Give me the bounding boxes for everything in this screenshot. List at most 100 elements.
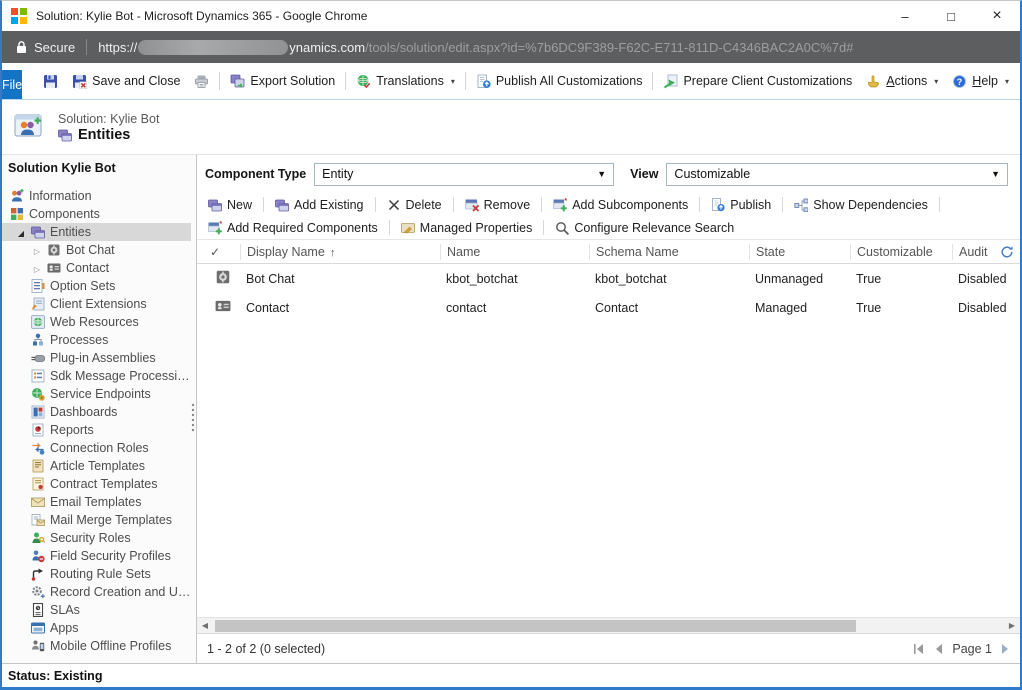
sidebar-item-service-endpoints[interactable]: Service Endpoints xyxy=(2,385,191,403)
new-label: New xyxy=(227,197,253,212)
sidebar-splitter-handle[interactable] xyxy=(191,403,195,433)
sidebar-item-security-roles[interactable]: Security Roles xyxy=(2,529,191,547)
save-and-close-button[interactable]: Save and Close xyxy=(65,68,187,94)
sidebar-item-client-extensions[interactable]: Client Extensions xyxy=(2,295,191,313)
next-page-icon[interactable] xyxy=(1000,643,1010,654)
sidebar-item-label: Mail Merge Templates xyxy=(50,513,173,527)
column-header-name[interactable]: Name xyxy=(440,243,589,260)
first-page-icon[interactable] xyxy=(913,643,926,654)
sidebar-item-email-templates[interactable]: Email Templates xyxy=(2,493,191,511)
sidebar-item-mobile-offline-profiles[interactable]: Mobile Offline Profiles xyxy=(2,637,191,655)
component-type-select[interactable]: Entity ▼ xyxy=(314,162,615,186)
previous-page-icon[interactable] xyxy=(934,643,944,654)
sidebar-item-contact[interactable]: Contact xyxy=(2,259,191,277)
table-row-contact[interactable]: Contact contact Contact Managed True Dis… xyxy=(197,293,1020,322)
prepare-client-customizations-button[interactable]: Prepare Client Customizations xyxy=(656,68,859,94)
table-row-bot-chat[interactable]: Bot Chat kbot_botchat kbot_botchat Unman… xyxy=(197,264,1020,293)
help-label: Help xyxy=(972,74,999,88)
toolbar-separator xyxy=(345,72,347,90)
sidebar-item-information[interactable]: Information xyxy=(2,187,191,205)
new-button[interactable]: New xyxy=(201,198,259,212)
column-header-display-name[interactable]: Display Name xyxy=(240,243,440,260)
maximize-button[interactable]: □ xyxy=(928,1,974,31)
delete-button[interactable]: Delete xyxy=(380,198,449,212)
sidebar-item-apps[interactable]: Apps xyxy=(2,619,191,637)
column-header-audit[interactable]: Audit xyxy=(952,243,1020,260)
bot-chat-entity-icon xyxy=(47,243,61,257)
column-header-customizable[interactable]: Customizable xyxy=(850,243,952,260)
sidebar-item-label: Mobile Offline Profiles xyxy=(50,639,172,653)
sidebar-item-field-security-profiles[interactable]: Field Security Profiles xyxy=(2,547,191,565)
file-tab[interactable]: File xyxy=(2,70,23,99)
expander-closed-icon[interactable] xyxy=(32,261,42,275)
solution-icon xyxy=(14,113,44,141)
horizontal-scrollbar[interactable]: ◀ ▶ xyxy=(197,617,1020,633)
sidebar-item-contract-templates[interactable]: Contract Templates xyxy=(2,475,191,493)
sidebar-item-processes[interactable]: Processes xyxy=(2,331,191,349)
sidebar-item-label: Email Templates xyxy=(50,495,142,509)
site-security-chip[interactable]: Secure xyxy=(16,40,75,55)
add-subcomponents-button[interactable]: * Add Subcomponents xyxy=(546,198,695,212)
sidebar-item-web-resources[interactable]: Web Resources xyxy=(2,313,191,331)
configure-relevance-search-button[interactable]: Configure Relevance Search xyxy=(548,221,741,235)
add-required-components-icon: * xyxy=(208,221,222,235)
expander-closed-icon[interactable] xyxy=(32,243,42,257)
close-button[interactable]: × xyxy=(974,1,1020,31)
sidebar-item-components[interactable]: Components xyxy=(2,205,191,223)
sidebar-item-plugin-assemblies[interactable]: Plug-in Assemblies xyxy=(2,349,191,367)
scrollbar-track[interactable] xyxy=(213,618,1004,634)
export-solution-label: Export Solution xyxy=(250,74,336,88)
column-header-schema-name[interactable]: Schema Name xyxy=(589,243,749,260)
managed-properties-button[interactable]: Managed Properties xyxy=(394,221,540,235)
sidebar-item-reports[interactable]: Reports xyxy=(2,421,191,439)
processes-icon xyxy=(31,333,45,347)
actions-hand-icon xyxy=(866,74,881,89)
scroll-left-icon[interactable]: ◀ xyxy=(197,621,213,630)
url-field[interactable]: https:// ynamics.com /tools/solution/edi… xyxy=(98,39,853,55)
publish-button[interactable]: Publish xyxy=(704,198,778,212)
sidebar-item-record-creation-update-rules[interactable]: Record Creation and Upda... xyxy=(2,583,191,601)
sidebar-item-label: Dashboards xyxy=(50,405,118,419)
dropdown-caret-icon: ▾ xyxy=(450,76,455,86)
refresh-icon[interactable] xyxy=(1000,245,1014,259)
column-header-state[interactable]: State xyxy=(749,243,850,260)
filter-bar: Component Type Entity ▼ View Customizabl… xyxy=(197,155,1020,193)
sidebar-item-slas[interactable]: SLAs xyxy=(2,601,191,619)
sidebar-item-label: Connection Roles xyxy=(50,441,149,455)
sidebar-item-label: Security Roles xyxy=(50,531,131,545)
cell-state: Unmanaged xyxy=(755,271,824,286)
actions-button[interactable]: Actions ▾ xyxy=(859,68,945,94)
expander-open-icon[interactable] xyxy=(16,225,26,239)
select-all-column-header[interactable] xyxy=(197,244,240,260)
scroll-right-icon[interactable]: ▶ xyxy=(1004,621,1020,630)
sidebar-item-option-sets[interactable]: Option Sets xyxy=(2,277,191,295)
show-dependencies-button[interactable]: Show Dependencies xyxy=(787,198,935,212)
translations-button[interactable]: Translations ▾ xyxy=(349,68,462,94)
plugin-assemblies-icon xyxy=(31,351,45,365)
sidebar-item-dashboards[interactable]: Dashboards xyxy=(2,403,191,421)
publish-all-customizations-button[interactable]: Publish All Customizations xyxy=(469,68,650,94)
save-button[interactable] xyxy=(36,68,65,94)
print-button[interactable] xyxy=(187,68,216,94)
remove-button[interactable]: Remove xyxy=(458,198,538,212)
export-solution-button[interactable]: Export Solution xyxy=(223,68,342,94)
help-button[interactable]: ? Help ▾ xyxy=(945,68,1016,94)
sidebar-item-bot-chat[interactable]: Bot Chat xyxy=(2,241,191,259)
sidebar-item-article-templates[interactable]: Article Templates xyxy=(2,457,191,475)
managed-properties-label: Managed Properties xyxy=(419,220,533,235)
sidebar-title: Solution Kylie Bot xyxy=(8,161,116,175)
remove-icon xyxy=(464,198,479,212)
sidebar-item-connection-roles[interactable]: Connection Roles xyxy=(2,439,191,457)
add-required-components-button[interactable]: * Add Required Components xyxy=(201,221,385,235)
minimize-button[interactable]: – xyxy=(882,1,928,31)
sidebar-item-entities[interactable]: Entities xyxy=(2,223,191,241)
scrollbar-thumb[interactable] xyxy=(215,619,856,632)
sidebar-item-routing-rule-sets[interactable]: Routing Rule Sets xyxy=(2,565,191,583)
sidebar-item-sdk-message-processing-steps[interactable]: Sdk Message Processing St... xyxy=(2,367,191,385)
sidebar-item-mail-merge-templates[interactable]: Mail Merge Templates xyxy=(2,511,191,529)
window-title: Solution: Kylie Bot - Microsoft Dynamics… xyxy=(36,9,368,23)
view-select[interactable]: Customizable ▼ xyxy=(666,162,1008,186)
dropdown-caret-icon: ▾ xyxy=(1005,76,1010,86)
toolbar-separator xyxy=(782,197,784,212)
add-existing-button[interactable]: Add Existing xyxy=(268,198,370,212)
